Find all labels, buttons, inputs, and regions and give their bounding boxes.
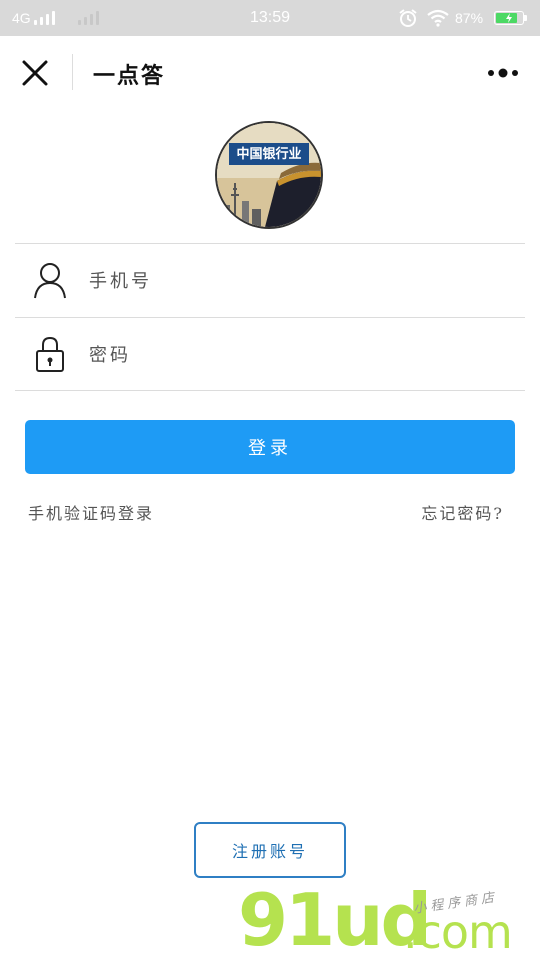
register-button[interactable]: 注册账号 — [194, 822, 346, 878]
lock-icon — [36, 336, 64, 372]
phone-field[interactable] — [15, 244, 525, 316]
wifi-icon — [427, 9, 449, 27]
login-button[interactable]: 登录 — [25, 420, 515, 474]
logo-illustration — [217, 123, 321, 227]
close-icon[interactable] — [20, 58, 50, 88]
user-icon — [34, 263, 66, 299]
status-bar: 4G 13:59 87% — [0, 0, 540, 36]
more-icon[interactable] — [486, 66, 522, 80]
password-input[interactable] — [87, 334, 511, 376]
nav-divider — [72, 54, 73, 90]
forgot-password-link[interactable]: 忘记密码? — [421, 500, 504, 524]
phone-input[interactable] — [87, 260, 511, 302]
form-divider-bottom — [15, 390, 525, 391]
password-field[interactable] — [15, 318, 525, 390]
app-logo: 中国银行业 — [215, 121, 323, 229]
battery-charging-icon — [494, 11, 527, 25]
logo-caption: 中国银行业 — [236, 147, 302, 162]
battery-percent: 87% — [455, 10, 484, 26]
sms-login-link[interactable]: 手机验证码登录 — [28, 500, 154, 524]
nav-bar: 一点答 — [0, 36, 540, 108]
watermark: 91ud .com 小程序商店 — [238, 880, 538, 960]
alarm-icon — [399, 9, 417, 27]
page-title: 一点答 — [93, 63, 166, 89]
watermark-main: 91ud — [238, 878, 432, 962]
